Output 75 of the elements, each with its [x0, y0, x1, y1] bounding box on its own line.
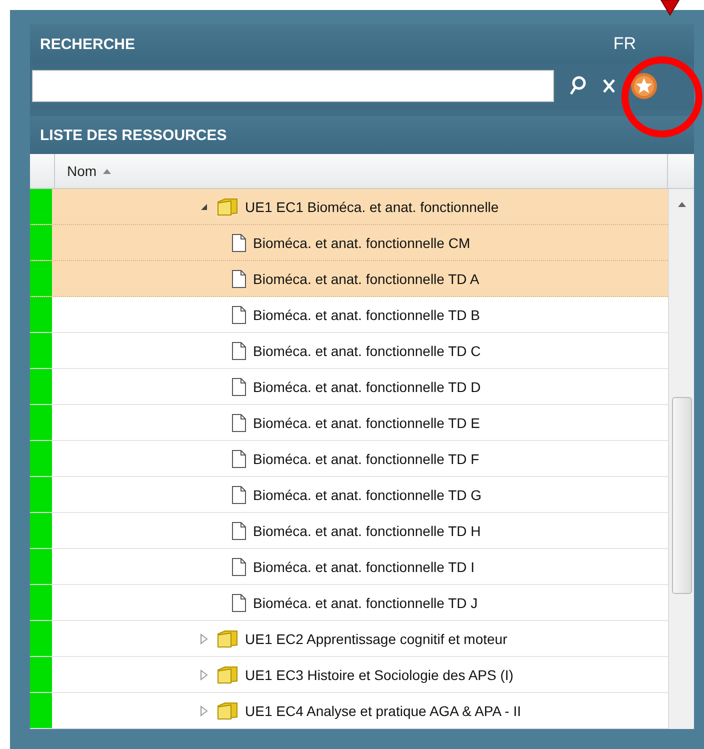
scroll-up-icon[interactable] [678, 201, 686, 207]
collapse-icon[interactable] [199, 202, 209, 212]
tree-item-label: Bioméca. et anat. fonctionnelle TD I [253, 558, 475, 574]
document-icon [231, 412, 247, 432]
document-icon [231, 448, 247, 468]
document-icon [231, 232, 247, 252]
tree-row[interactable]: Bioméca. et anat. fonctionnelle TD I [30, 549, 668, 585]
document-icon [231, 340, 247, 360]
tree-row[interactable]: UE1 EC3 Histoire et Sociologie des APS (I) [30, 657, 668, 693]
status-marker [30, 693, 52, 728]
tree-item-label: UE1 EC1 Bioméca. et anat. fonctionnelle [245, 198, 499, 214]
tree-row[interactable]: UE1 EC2 Apprentissage cognitif et moteur [30, 621, 668, 657]
tree-row[interactable]: Bioméca. et anat. fonctionnelle TD G [30, 477, 668, 513]
tree-row[interactable]: Bioméca. et anat. fonctionnelle TD D [30, 369, 668, 405]
folder-icon [217, 664, 239, 684]
tree-item-label: Bioméca. et anat. fonctionnelle TD F [253, 450, 480, 466]
document-icon [231, 484, 247, 504]
status-marker [30, 549, 52, 584]
status-marker [30, 333, 52, 368]
tree-row[interactable]: Bioméca. et anat. fonctionnelle TD H [30, 513, 668, 549]
status-marker [30, 513, 52, 548]
tree-item-label: Bioméca. et anat. fonctionnelle CM [253, 234, 470, 250]
status-marker [30, 225, 52, 260]
tree-row[interactable]: UE1 EC4 Analyse et pratique AGA & APA - II [30, 693, 668, 729]
tree-row[interactable]: Bioméca. et anat. fonctionnelle TD C [30, 333, 668, 369]
folder-icon [217, 628, 239, 648]
tree-item-label: Bioméca. et anat. fonctionnelle TD C [253, 342, 481, 358]
tree-row[interactable]: Bioméca. et anat. fonctionnelle CM [30, 225, 668, 261]
pointer-arrow-icon [660, 0, 680, 16]
sort-icon[interactable] [102, 167, 112, 175]
status-marker [30, 405, 52, 440]
tree-item-label: Bioméca. et anat. fonctionnelle TD J [253, 594, 478, 610]
tree-item-label: Bioméca. et anat. fonctionnelle TD E [253, 414, 480, 430]
scrollbar[interactable] [668, 189, 694, 729]
status-marker [30, 585, 52, 620]
document-icon [231, 376, 247, 396]
status-marker [30, 261, 52, 296]
close-icon[interactable] [602, 78, 616, 94]
document-icon [231, 520, 247, 540]
tree-item-label: Bioméca. et anat. fonctionnelle TD D [253, 378, 481, 394]
document-icon [231, 556, 247, 576]
search-field[interactable] [32, 70, 554, 102]
status-marker [30, 441, 52, 476]
tree-row[interactable]: UE1 EC1 Bioméca. et anat. fonctionnelle [30, 189, 668, 225]
tree-item-label: Bioméca. et anat. fonctionnelle TD A [253, 270, 480, 286]
status-marker [30, 189, 52, 224]
expand-icon[interactable] [199, 704, 209, 716]
tree-item-label: UE1 EC4 Analyse et pratique AGA & APA - II [245, 702, 522, 718]
status-marker [30, 657, 52, 692]
expand-icon[interactable] [199, 668, 209, 680]
folder-icon [217, 196, 239, 216]
language-label[interactable]: FR [613, 34, 636, 54]
tree-item-label: Bioméca. et anat. fonctionnelle TD B [253, 306, 480, 322]
tree-row[interactable]: Bioméca. et anat. fonctionnelle TD F [30, 441, 668, 477]
document-icon [231, 304, 247, 324]
status-marker [30, 369, 52, 404]
status-marker [30, 297, 52, 332]
tree-item-label: UE1 EC2 Apprentissage cognitif et moteur [245, 630, 508, 646]
tree-item-label: Bioméca. et anat. fonctionnelle TD H [253, 522, 481, 538]
expand-icon[interactable] [199, 632, 209, 644]
tree-row[interactable]: Bioméca. et anat. fonctionnelle TD E [30, 405, 668, 441]
section-title: RECHERCHE [40, 36, 136, 52]
tree-row[interactable]: Bioméca. et anat. fonctionnelle TD B [30, 297, 668, 333]
scrollbar-thumb[interactable] [672, 397, 692, 594]
folder-icon [217, 700, 239, 720]
status-marker [30, 477, 52, 512]
document-icon [231, 268, 247, 288]
status-marker [30, 621, 52, 656]
section-title: LISTE DES RESSOURCES [40, 126, 227, 144]
tree-item-label: UE1 EC3 Histoire et Sociologie des APS (I) [245, 666, 514, 682]
tree-row[interactable]: Bioméca. et anat. fonctionnelle TD A [30, 261, 668, 297]
document-icon [231, 592, 247, 612]
tree-item-label: Bioméca. et anat. fonctionnelle TD G [253, 486, 482, 502]
search-icon[interactable] [568, 75, 588, 97]
tree-row[interactable]: Bioméca. et anat. fonctionnelle TD J [30, 585, 668, 621]
